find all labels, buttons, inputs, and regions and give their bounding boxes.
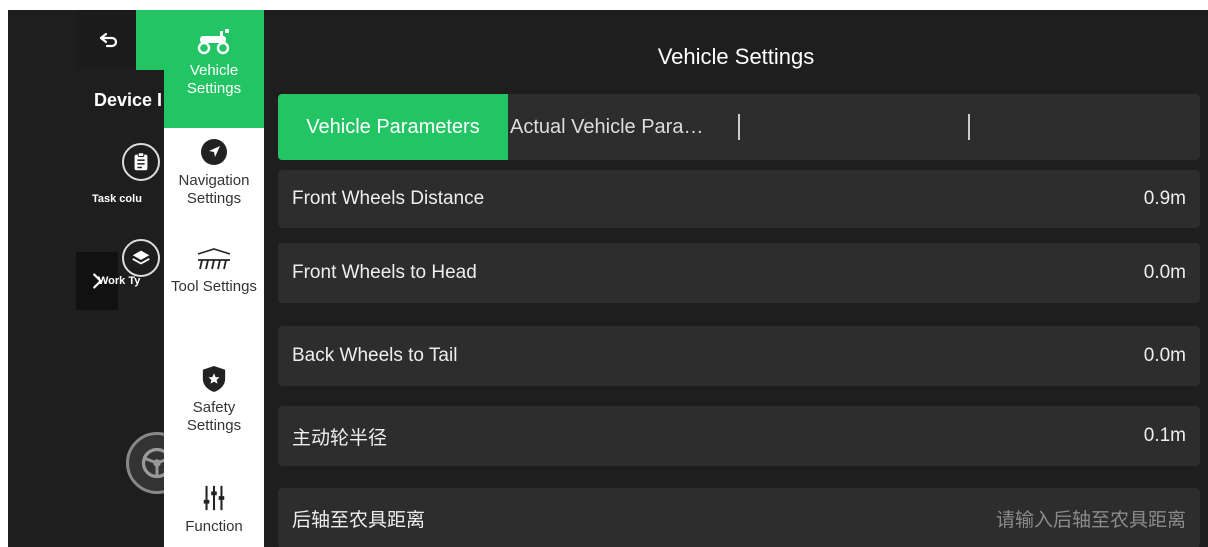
work-type-label: Work Ty <box>98 275 141 287</box>
row-label: Back Wheels to Tail <box>292 345 458 366</box>
menu-item-label: Navigation Settings <box>178 172 250 207</box>
row-label: 后轴至农具距离 <box>292 509 426 531</box>
row-value[interactable]: 0.0m <box>1144 345 1186 367</box>
work-type-button[interactable] <box>122 239 160 277</box>
row-value[interactable]: 0.1m <box>1144 425 1186 447</box>
device-title: Device I <box>94 90 163 110</box>
main-content: Vehicle Settings Vehicle Parameters Actu… <box>264 10 1208 547</box>
tab-divider <box>968 114 970 140</box>
setting-row-back-wheels-to-tail[interactable]: Back Wheels to Tail 0.0m <box>278 326 1200 386</box>
row-label: 主动轮半径 <box>292 427 388 449</box>
menu-item-label: Safety Settings <box>186 399 242 434</box>
clipboard-icon <box>134 152 148 171</box>
menu-item-function[interactable]: Function <box>164 484 264 547</box>
shield-star-icon <box>202 366 226 392</box>
navigation-arrow-icon <box>201 139 227 165</box>
tab-vehicle-parameters[interactable]: Vehicle Parameters <box>278 94 508 160</box>
menu-item-tool-settings[interactable]: Tool Settings <box>164 246 264 356</box>
sliders-icon <box>203 485 225 511</box>
tab-divider <box>738 114 740 140</box>
setting-row-drive-wheel-radius[interactable]: 主动轮半径 0.1m <box>278 406 1200 466</box>
settings-menu: Vehicle Settings Navigation Settings Too… <box>164 10 264 547</box>
setting-row-rear-axle-to-implement[interactable]: 后轴至农具距离 请输入后轴至农具距离 <box>278 488 1200 547</box>
back-arrow-icon <box>99 32 118 48</box>
menu-item-label: Function <box>185 518 243 535</box>
row-input-placeholder[interactable]: 请输入后轴至农具距离 <box>996 505 1186 532</box>
setting-row-front-wheels-distance[interactable]: Front Wheels Distance 0.9m <box>278 170 1200 228</box>
tab-bar: Vehicle Parameters Actual Vehicle Para… <box>278 94 1200 160</box>
app-screen: Device I Task colu Work Ty Vehicle Setti… <box>8 10 1208 547</box>
menu-item-navigation-settings[interactable]: Navigation Settings <box>164 138 264 228</box>
task-column-label: Task colu <box>92 193 142 205</box>
layers-icon <box>132 250 150 265</box>
row-label: Front Wheels Distance <box>292 188 485 209</box>
row-value[interactable]: 0.0m <box>1144 262 1186 284</box>
task-column-button[interactable] <box>122 143 160 181</box>
implement-tool-icon <box>197 248 231 270</box>
tab-actual-vehicle-parameters[interactable]: Actual Vehicle Para… <box>510 94 740 160</box>
row-label: Front Wheels to Head <box>292 262 477 283</box>
tractor-icon <box>197 29 230 55</box>
page-title: Vehicle Settings <box>657 44 815 69</box>
menu-item-label: Vehicle Settings <box>186 62 242 97</box>
menu-item-safety-settings[interactable]: Safety Settings <box>164 365 264 465</box>
setting-row-front-wheels-to-head[interactable]: Front Wheels to Head 0.0m <box>278 243 1200 303</box>
menu-item-vehicle-settings[interactable]: Vehicle Settings <box>164 10 264 128</box>
menu-item-label: Tool Settings <box>171 278 257 295</box>
row-value[interactable]: 0.9m <box>1144 188 1186 210</box>
back-button[interactable] <box>76 10 142 70</box>
